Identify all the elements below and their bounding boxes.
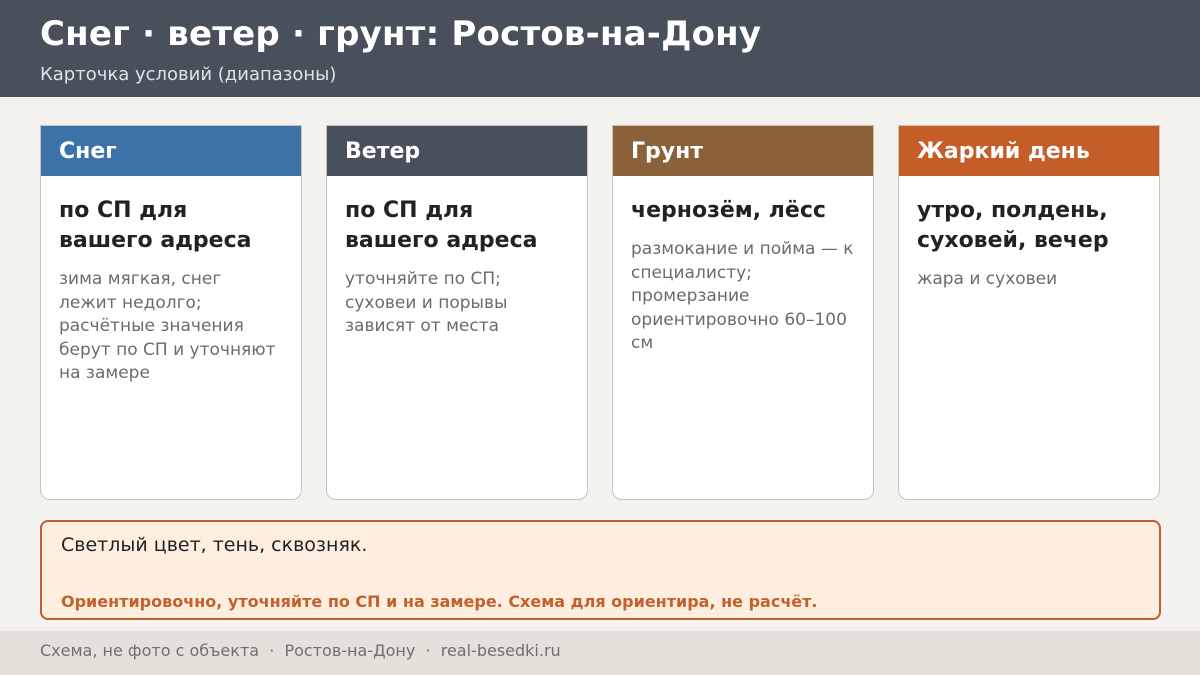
card-value: по СП для вашего адреса <box>59 198 252 253</box>
card-wind: Ветер по СП для вашего адреса уточняйте … <box>326 125 588 500</box>
card-header-snow: Снег <box>41 126 301 176</box>
card-title: Снег <box>59 138 117 164</box>
card-title: Грунт <box>631 138 704 164</box>
card-note: размокание и пойма — к специалисту; пром… <box>631 239 854 353</box>
disclaimer-text: Ориентировочно, уточняйте по СП и на зам… <box>61 592 818 611</box>
card-note: жара и суховеи <box>917 269 1058 289</box>
card-value: утро, полдень, суховей, вечер <box>917 198 1109 253</box>
card-value: чернозём, лёсс <box>631 198 826 223</box>
card-header-soil: Грунт <box>613 126 873 176</box>
card-header-hot-day: Жаркий день <box>899 126 1159 176</box>
card-hot-day: Жаркий день утро, полдень, суховей, вече… <box>898 125 1160 500</box>
card-value: по СП для вашего адреса <box>345 198 538 253</box>
card-header-wind: Ветер <box>327 126 587 176</box>
card-soil: Грунт чернозём, лёсс размокание и пойма … <box>612 125 874 500</box>
page-header: Снег · ветер · грунт: Ростов-на-Дону Кар… <box>0 0 1200 97</box>
card-snow: Снег по СП для вашего адреса зима мягкая… <box>40 125 302 500</box>
card-title: Жаркий день <box>917 138 1090 164</box>
card-note: зима мягкая, снег лежит недолго; расчётн… <box>59 269 276 383</box>
page-title: Снег · ветер · грунт: Ростов-на-Дону <box>40 14 762 54</box>
page-subtitle: Карточка условий (диапазоны) <box>40 64 337 85</box>
page-footer: Схема, не фото с объекта · Ростов-на-Дон… <box>0 631 1200 675</box>
card-note: уточняйте по СП; суховеи и порывы завися… <box>345 269 508 336</box>
notice-box: Светлый цвет, тень, сквозняк. Ориентиров… <box>40 520 1161 620</box>
footer-text: Схема, не фото с объекта · Ростов-на-Дон… <box>40 641 561 660</box>
notice-text: Светлый цвет, тень, сквозняк. <box>61 534 368 556</box>
card-title: Ветер <box>345 138 421 164</box>
